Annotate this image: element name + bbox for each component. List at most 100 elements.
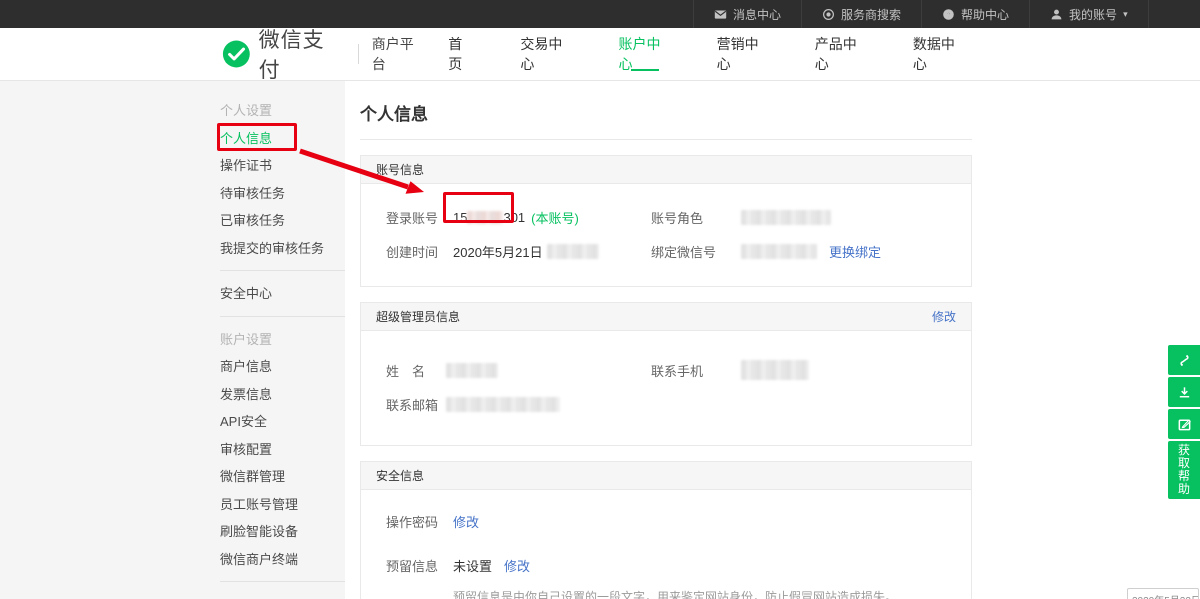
share-link-button[interactable]	[1168, 345, 1200, 375]
security-info-section: 安全信息 操作密码 修改 预留信息 未设置 修改 预留信息是由你自己设置的一段文…	[360, 461, 972, 599]
redacted-login-account-middle	[467, 211, 503, 224]
download-button[interactable]	[1168, 377, 1200, 407]
topbar-item-label: 帮助中心	[961, 6, 1009, 23]
sidebar-item-review-config[interactable]: 审核配置	[220, 436, 345, 464]
feedback-button[interactable]	[1168, 409, 1200, 439]
sidebar-group-title-personal: 个人设置	[220, 97, 345, 125]
mail-icon	[714, 8, 727, 21]
admin-phone-field: 联系手机	[651, 360, 809, 380]
svg-text:?: ?	[946, 10, 951, 19]
portal-name: 商户平台	[372, 34, 426, 74]
nav-item-account-center[interactable]: 账户中心	[595, 28, 693, 80]
sidebar-item-invoice-info[interactable]: 发票信息	[220, 381, 345, 409]
admin-name-field: 姓 名	[386, 361, 651, 380]
page: 消息中心 服务商搜索 ? 帮助中心 我的账号 ▾	[0, 0, 1200, 599]
help-icon: ?	[942, 8, 955, 21]
admin-row-1: 姓 名 联系手机	[386, 353, 971, 387]
login-account-label: 登录账号	[386, 208, 453, 227]
wechat-pay-logo-icon	[222, 39, 251, 69]
brand-logo[interactable]: 微信支付 商户平台	[222, 24, 425, 84]
nav-item-product-center[interactable]: 产品中心	[792, 28, 890, 80]
bound-wechat-field: 绑定微信号 更换绑定	[651, 242, 881, 261]
created-date-text: 2020年5月21日	[453, 242, 543, 261]
login-account-suffix: 301	[503, 210, 525, 225]
chevron-down-icon: ▾	[1123, 9, 1128, 20]
nav-item-home[interactable]: 首页	[425, 28, 497, 80]
account-info-title: 账号信息	[376, 161, 424, 178]
topbar-item-label: 服务商搜索	[841, 6, 901, 23]
redacted-bound-wechat	[741, 244, 817, 259]
sidebar-item-personal-info[interactable]: 个人信息	[220, 125, 345, 153]
user-icon	[1050, 8, 1063, 21]
brand-divider	[358, 44, 359, 64]
account-info-body: 登录账号 15 301 (本账号) 账号角色	[361, 184, 971, 286]
current-account-tag: (本账号)	[531, 208, 579, 227]
operation-password-label: 操作密码	[386, 512, 453, 531]
super-admin-modify-link[interactable]: 修改	[932, 308, 956, 325]
sidebar-item-merchant-info[interactable]: 商户信息	[220, 353, 345, 381]
login-account-field: 登录账号 15 301 (本账号)	[386, 208, 651, 227]
super-admin-title: 超级管理员信息	[376, 308, 460, 325]
topbar-item-service-search[interactable]: 服务商搜索	[801, 0, 921, 28]
reserved-modify-link[interactable]: 修改	[504, 556, 530, 575]
account-role-label: 账号角色	[651, 208, 741, 227]
account-role-field: 账号角色	[651, 208, 831, 227]
rebind-link[interactable]: 更换绑定	[829, 242, 881, 261]
title-divider	[360, 139, 972, 140]
password-modify-link[interactable]: 修改	[453, 512, 479, 531]
body: 个人设置 个人信息 操作证书 待审核任务 已审核任务 我提交的审核任务 安全中心…	[0, 81, 1200, 599]
download-icon	[1177, 385, 1192, 400]
sidebar-item-wechat-group-management[interactable]: 微信群管理	[220, 463, 345, 491]
main-content: 个人信息 账号信息 登录账号 15 301 (	[345, 81, 1200, 599]
date-tooltip: 2020年5月22日	[1127, 588, 1199, 599]
password-row: 操作密码 修改	[386, 504, 971, 538]
login-account-value: 15 301 (本账号)	[453, 208, 579, 227]
sidebar-item-staff-account-management[interactable]: 员工账号管理	[220, 491, 345, 519]
topbar-item-my-account[interactable]: 我的账号 ▾	[1029, 0, 1149, 28]
sidebar-item-operation-certificate[interactable]: 操作证书	[220, 152, 345, 180]
sidebar-item-wechat-merchant-terminal[interactable]: 微信商户终端	[220, 546, 345, 574]
redacted-created-time	[547, 244, 599, 259]
floating-toolbar: 获取帮助	[1168, 345, 1200, 501]
account-row-2: 创建时间 2020年5月21日 绑定微信号 更换绑定	[386, 234, 971, 268]
redacted-admin-email	[446, 397, 560, 412]
sidebar-item-security-center[interactable]: 安全中心	[220, 280, 345, 308]
security-info-title: 安全信息	[376, 467, 424, 484]
topbar-menu: 消息中心 服务商搜索 ? 帮助中心 我的账号 ▾	[693, 0, 1149, 28]
admin-row-2: 联系邮箱	[386, 387, 971, 421]
sidebar-item-pending-review-tasks[interactable]: 待审核任务	[220, 180, 345, 208]
redacted-account-role	[741, 210, 831, 225]
nav-item-data-center[interactable]: 数据中心	[890, 28, 988, 80]
admin-email-field: 联系邮箱	[386, 395, 651, 414]
bound-wechat-label: 绑定微信号	[651, 242, 741, 261]
page-title: 个人信息	[360, 100, 1200, 125]
account-info-header: 账号信息	[361, 156, 971, 184]
reserved-info-status: 未设置	[453, 556, 492, 575]
security-info-body: 操作密码 修改 预留信息 未设置 修改 预留信息是由你自己设置的一段文字，用来鉴…	[361, 490, 971, 599]
sidebar-item-reviewed-tasks[interactable]: 已审核任务	[220, 207, 345, 235]
link-icon	[1177, 353, 1192, 368]
get-help-button[interactable]: 获取帮助	[1168, 441, 1200, 499]
sidebar-item-face-smart-device[interactable]: 刷脸智能设备	[220, 518, 345, 546]
get-help-label: 获取帮助	[1178, 444, 1191, 496]
created-time-field: 创建时间 2020年5月21日	[386, 242, 651, 261]
admin-email-label: 联系邮箱	[386, 395, 446, 414]
sidebar-item-api-security[interactable]: API安全	[220, 408, 345, 436]
admin-phone-label: 联系手机	[651, 361, 741, 380]
account-info-section: 账号信息 登录账号 15 301 (本账号)	[360, 155, 972, 287]
security-info-header: 安全信息	[361, 462, 971, 490]
topbar-item-label: 消息中心	[733, 6, 781, 23]
header: 微信支付 商户平台 首页 交易中心 账户中心 营销中心 产品中心 数据中心	[0, 28, 1200, 81]
search-icon	[822, 8, 835, 21]
reserved-info-label: 预留信息	[386, 556, 453, 575]
edit-icon	[1177, 417, 1192, 432]
created-time-label: 创建时间	[386, 242, 453, 261]
nav-item-transaction-center[interactable]: 交易中心	[497, 28, 595, 80]
redacted-admin-name	[446, 363, 498, 378]
nav-item-marketing-center[interactable]: 营销中心	[694, 28, 792, 80]
topbar-item-message-center[interactable]: 消息中心	[693, 0, 801, 28]
topbar-item-help-center[interactable]: ? 帮助中心	[921, 0, 1029, 28]
sidebar-group-title-account: 账户设置	[220, 326, 345, 354]
sidebar-item-my-submitted-tasks[interactable]: 我提交的审核任务	[220, 235, 345, 263]
sidebar-divider	[220, 581, 345, 582]
